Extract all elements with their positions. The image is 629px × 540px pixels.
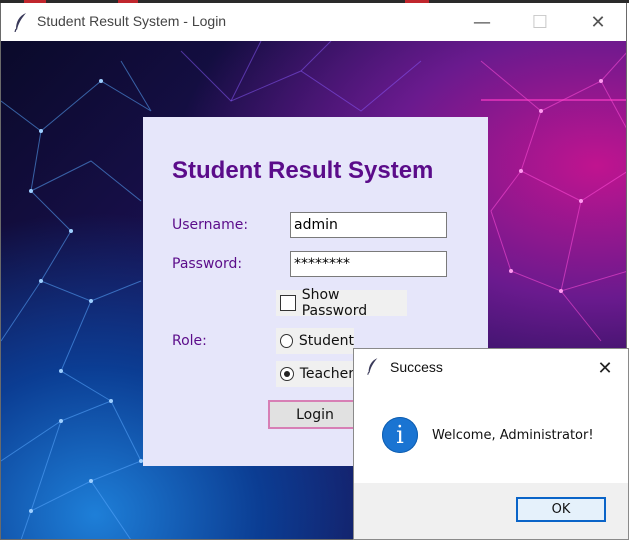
minimize-icon: — <box>473 11 491 33</box>
dialog-footer: OK <box>354 483 628 539</box>
maximize-icon: ☐ <box>531 11 549 33</box>
show-password-checkbox[interactable]: Show Password <box>276 287 407 319</box>
radio-button-teacher[interactable] <box>280 367 294 381</box>
title-bar: Student Result System - Login — ☐ ✕ <box>1 3 626 41</box>
password-label: Password: <box>172 256 243 272</box>
maximize-button[interactable]: ☐ <box>511 3 569 41</box>
dialog-title: Success <box>390 359 443 375</box>
username-input[interactable] <box>290 212 447 238</box>
role-option-label: Teacher <box>299 366 354 382</box>
login-button[interactable]: Login <box>268 400 362 429</box>
dialog-message: Welcome, Administrator! <box>432 428 594 443</box>
window-title: Student Result System - Login <box>37 13 227 29</box>
ok-button[interactable]: OK <box>516 497 606 522</box>
page-title: Student Result System <box>172 157 434 184</box>
username-label: Username: <box>172 217 249 233</box>
feather-icon <box>14 13 26 32</box>
info-icon: i <box>382 417 418 453</box>
success-dialog: Success ✕ i Welcome, Administrator! OK <box>353 348 629 540</box>
close-icon: ✕ <box>590 11 606 33</box>
role-radio-teacher[interactable]: Teacher <box>276 361 354 387</box>
minimize-button[interactable]: — <box>453 3 511 41</box>
role-radio-student[interactable]: Student <box>276 328 354 354</box>
close-button[interactable]: ✕ <box>569 3 626 41</box>
feather-icon <box>367 358 378 375</box>
close-icon: ✕ <box>597 357 613 379</box>
info-glyph: i <box>396 421 404 449</box>
checkbox-box[interactable] <box>280 295 296 311</box>
dialog-close-button[interactable]: ✕ <box>590 355 620 381</box>
password-input[interactable] <box>290 251 447 277</box>
radio-button-student[interactable] <box>280 334 293 348</box>
role-label: Role: <box>172 333 207 349</box>
role-option-label: Student <box>298 333 354 349</box>
show-password-label: Show Password <box>301 287 368 319</box>
